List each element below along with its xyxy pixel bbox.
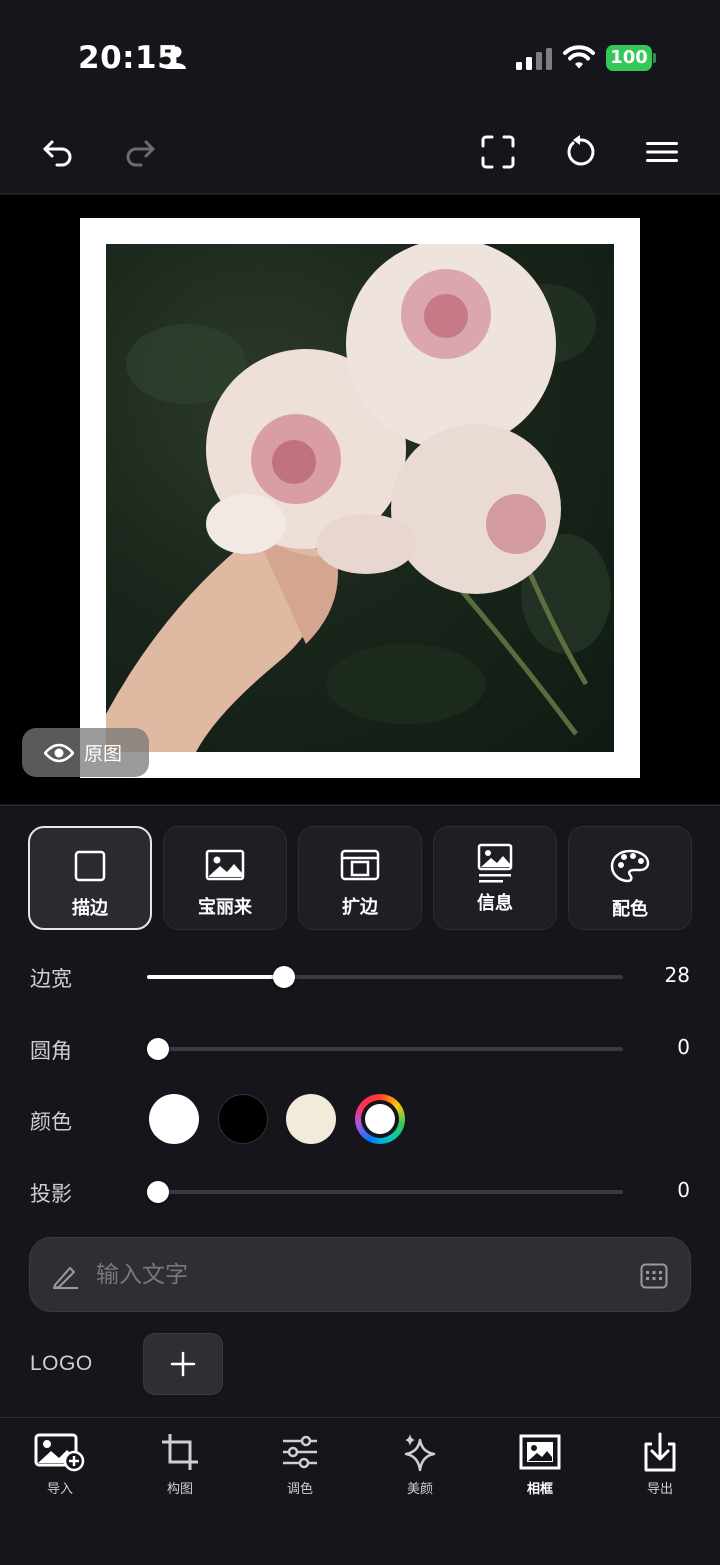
photo-frame	[80, 218, 640, 778]
status-time: 20:15	[78, 40, 180, 76]
nav-color-adjust[interactable]: 调色	[240, 1432, 360, 1502]
battery-indicator: 100	[606, 45, 652, 71]
plus-icon	[170, 1351, 196, 1377]
reset-icon	[567, 135, 595, 166]
image-info-icon	[477, 843, 513, 883]
text-input-box	[29, 1237, 691, 1312]
square-outline-icon	[74, 850, 106, 882]
shadow-label: 投影	[30, 1182, 72, 1206]
undo-button[interactable]	[38, 132, 78, 172]
shadow-row: 投影 0	[0, 1166, 720, 1216]
fullscreen-button[interactable]	[478, 132, 518, 172]
palette-icon	[610, 849, 650, 883]
nav-label: 相框	[526, 1482, 553, 1497]
person-icon	[166, 46, 186, 69]
canvas-area: 原图	[0, 195, 720, 804]
tab-label: 宝丽来	[198, 897, 252, 918]
redo-icon	[126, 140, 155, 167]
export-icon	[644, 1432, 676, 1472]
cellular-signal-icon	[516, 48, 552, 70]
nav-label: 调色	[286, 1482, 313, 1497]
text-input[interactable]	[96, 1256, 616, 1294]
wifi-icon	[563, 45, 595, 69]
tab-label: 信息	[477, 893, 513, 914]
photo-image	[106, 244, 614, 752]
color-row: 颜色	[0, 1094, 720, 1144]
nav-beauty[interactable]: 美颜	[360, 1432, 480, 1502]
frame-settings-panel: 描边 宝丽来 扩边 信息 配色 边宽 28 圆角 0 颜色 投影 0 输入文字 …	[0, 805, 720, 1417]
color-swatch-white[interactable]	[149, 1094, 199, 1144]
tab-label: 描边	[72, 898, 108, 919]
color-label: 颜色	[30, 1110, 72, 1134]
frame-icon	[519, 1434, 561, 1470]
tab-info[interactable]: 信息	[433, 826, 557, 930]
view-original-button[interactable]: 原图	[22, 728, 149, 777]
nav-import[interactable]: 导入	[0, 1432, 120, 1502]
border-width-value: 28	[664, 963, 690, 987]
undo-icon	[43, 140, 72, 167]
fullscreen-icon	[481, 135, 515, 169]
shadow-slider[interactable]	[147, 1181, 623, 1203]
nav-frame[interactable]: 相框	[480, 1432, 600, 1502]
rose-photo	[106, 244, 611, 752]
slider-fill	[147, 975, 284, 979]
logo-label: LOGO	[30, 1352, 93, 1375]
add-logo-button[interactable]	[143, 1333, 223, 1395]
menu-icon	[646, 142, 678, 162]
crop-icon	[162, 1434, 198, 1470]
nav-label: 导入	[46, 1482, 73, 1497]
corner-radius-row: 圆角 0	[0, 1023, 720, 1073]
shadow-value: 0	[677, 1178, 690, 1202]
battery-tip	[653, 53, 656, 63]
keyboard-icon[interactable]	[640, 1263, 668, 1289]
pencil-icon	[53, 1267, 78, 1289]
menu-button[interactable]	[642, 132, 682, 172]
slider-thumb[interactable]	[147, 1181, 169, 1203]
border-width-label: 边宽	[30, 967, 72, 991]
tab-label: 配色	[612, 899, 648, 920]
expand-border-icon	[340, 849, 380, 881]
status-bar: 20:15 100	[0, 0, 720, 110]
slider-thumb[interactable]	[273, 966, 295, 988]
tab-palette[interactable]: 配色	[568, 826, 692, 930]
redo-button[interactable]	[120, 132, 160, 172]
nav-export[interactable]: 导出	[600, 1432, 720, 1502]
tab-label: 扩边	[342, 897, 378, 918]
border-width-slider[interactable]	[147, 966, 623, 988]
import-image-icon	[34, 1433, 85, 1472]
color-wheel-icon	[361, 1100, 399, 1138]
tab-stroke[interactable]: 描边	[28, 826, 152, 930]
eye-icon	[44, 743, 74, 762]
border-width-row: 边宽 28	[0, 951, 720, 1001]
corner-radius-label: 圆角	[30, 1039, 72, 1063]
image-icon	[205, 849, 245, 881]
color-swatch-black[interactable]	[218, 1094, 268, 1144]
tab-polaroid[interactable]: 宝丽来	[163, 826, 287, 930]
color-wheel-button[interactable]	[355, 1094, 405, 1144]
corner-radius-slider[interactable]	[147, 1038, 623, 1060]
adjust-icon	[283, 1435, 317, 1469]
top-toolbar	[0, 110, 720, 194]
corner-radius-value: 0	[677, 1035, 690, 1059]
tab-expand-border[interactable]: 扩边	[298, 826, 422, 930]
sparkle-icon	[404, 1434, 436, 1472]
nav-label: 导出	[646, 1482, 673, 1497]
nav-label: 美颜	[406, 1482, 433, 1497]
color-swatch-cream[interactable]	[286, 1094, 336, 1144]
bottom-nav: 导入 构图 调色 美颜 相框 导出	[0, 1417, 720, 1565]
slider-thumb[interactable]	[147, 1038, 169, 1060]
reset-button[interactable]	[560, 132, 600, 172]
frame-style-tabs: 描边 宝丽来 扩边 信息 配色	[28, 826, 692, 930]
nav-label: 构图	[166, 1482, 193, 1497]
view-original-label: 原图	[84, 743, 123, 765]
nav-composition[interactable]: 构图	[120, 1432, 240, 1502]
